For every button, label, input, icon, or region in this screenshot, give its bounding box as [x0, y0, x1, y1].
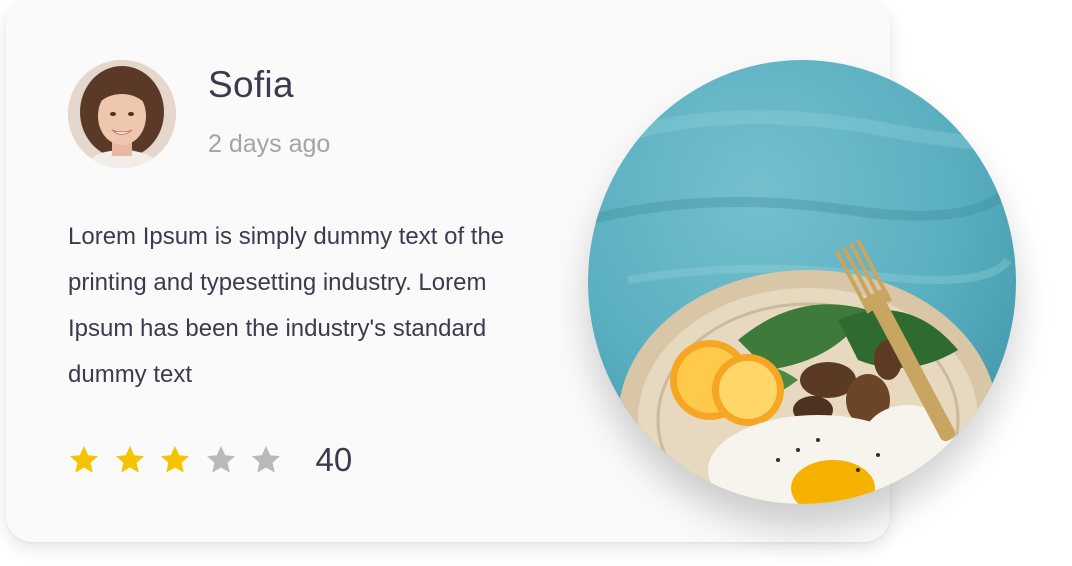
food-bowl-image [588, 60, 1016, 504]
star-icon[interactable] [159, 444, 191, 476]
star-icon[interactable] [68, 444, 100, 476]
review-text: Lorem Ipsum is simply dummy text of the … [68, 223, 505, 388]
user-avatar[interactable] [68, 60, 176, 168]
star-icon[interactable] [114, 444, 146, 476]
rating-count: 40 [315, 441, 353, 478]
user-name[interactable]: Sofia [208, 64, 294, 106]
star-icon[interactable] [205, 444, 237, 476]
review-timestamp: 2 days ago [208, 130, 331, 158]
star-rating[interactable]: 40 [68, 438, 352, 482]
star-icon[interactable] [250, 444, 282, 476]
